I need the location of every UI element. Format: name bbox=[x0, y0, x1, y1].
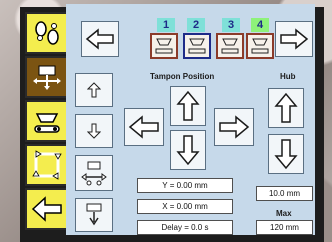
cycle-icon bbox=[32, 150, 62, 180]
arrow-right-icon bbox=[219, 115, 250, 139]
station-icon bbox=[221, 38, 239, 54]
arrow-up-icon bbox=[274, 92, 298, 123]
step-down-button[interactable] bbox=[75, 114, 113, 148]
tampon-station-icon bbox=[34, 113, 60, 133]
tampon-down-arrow-button[interactable] bbox=[170, 130, 206, 170]
sidebar-move-button[interactable] bbox=[25, 56, 69, 98]
tampon-down-icon bbox=[86, 203, 102, 226]
back-arrow-icon bbox=[31, 196, 62, 222]
tab-3-number[interactable]: 3 bbox=[222, 18, 240, 32]
hub-down-button[interactable] bbox=[268, 134, 304, 174]
step-up-button[interactable] bbox=[75, 73, 113, 107]
tampon-down-button[interactable] bbox=[75, 198, 113, 232]
station-icon bbox=[188, 38, 206, 54]
tab-4-station-image[interactable] bbox=[246, 33, 274, 59]
tampon-up-button[interactable] bbox=[170, 86, 206, 126]
tab-1-number[interactable]: 1 bbox=[157, 18, 175, 32]
arrow-left-icon bbox=[85, 28, 114, 50]
tab-2-station-image[interactable] bbox=[183, 33, 211, 59]
arrow-left-icon bbox=[128, 115, 159, 139]
delay-field[interactable]: Delay = 0.0 s bbox=[137, 220, 233, 235]
hub-up-button[interactable] bbox=[268, 88, 304, 128]
station-move-icon bbox=[81, 161, 107, 186]
y-position-field[interactable]: Y = 0.00 mm bbox=[137, 178, 233, 193]
tab-4-number[interactable]: 4 bbox=[251, 18, 269, 32]
arrow-down-icon bbox=[176, 135, 200, 166]
sidebar-back-button[interactable] bbox=[25, 188, 69, 230]
sidebar-cycle-button[interactable] bbox=[25, 144, 69, 186]
station-icon bbox=[251, 38, 269, 54]
prev-station-button[interactable] bbox=[81, 21, 119, 57]
arrow-up-icon bbox=[176, 90, 200, 121]
tab-1-station-image[interactable] bbox=[150, 33, 178, 59]
station-move-button[interactable] bbox=[75, 155, 113, 191]
tab-2-number[interactable]: 2 bbox=[187, 18, 205, 32]
small-arrow-down-icon bbox=[87, 123, 101, 139]
tampon-left-button[interactable] bbox=[124, 108, 164, 146]
footprints-icon bbox=[35, 21, 59, 45]
sidebar-footprints-button[interactable] bbox=[25, 12, 69, 54]
sidebar-tampon-station-button[interactable] bbox=[25, 100, 69, 142]
x-position-field[interactable]: X = 0.00 mm bbox=[137, 199, 233, 214]
tampon-position-label: Tampon Position bbox=[150, 72, 215, 81]
move-cross-icon bbox=[33, 65, 61, 90]
arrow-right-icon bbox=[280, 28, 309, 50]
hub-label: Hub bbox=[280, 72, 296, 81]
small-arrow-up-icon bbox=[87, 82, 101, 98]
station-icon bbox=[155, 38, 173, 54]
hub-value-field[interactable]: 10.0 mm bbox=[256, 186, 313, 201]
tab-3-station-image[interactable] bbox=[216, 33, 244, 59]
arrow-down-icon bbox=[274, 139, 298, 170]
next-station-button[interactable] bbox=[275, 21, 313, 57]
tampon-right-button[interactable] bbox=[214, 108, 254, 146]
max-value-field[interactable]: 120 mm bbox=[256, 220, 313, 235]
max-label: Max bbox=[276, 209, 292, 218]
